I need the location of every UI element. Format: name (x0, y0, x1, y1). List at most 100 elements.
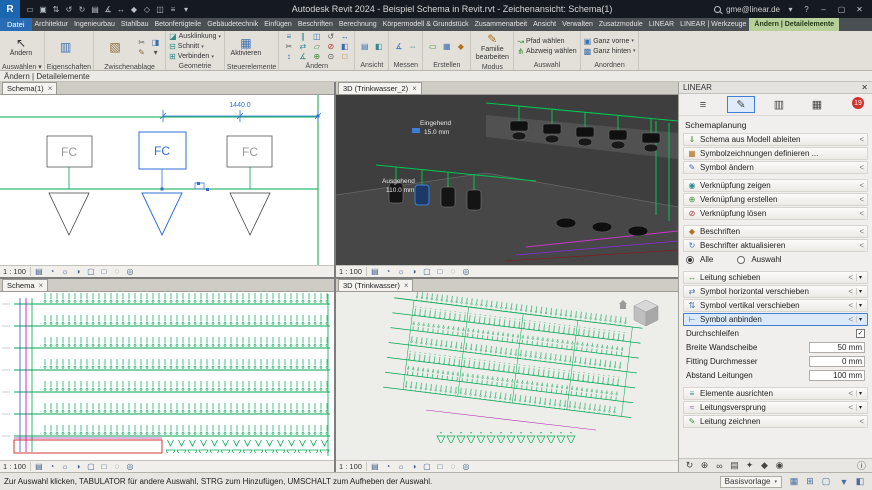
tag-button[interactable]: ◆Beschriften< (683, 225, 868, 238)
ribbon-tab-15[interactable]: LINEAR | Werkzeuge (677, 18, 749, 31)
move-pipe-button[interactable]: ↔Leitung schieben<▾ (683, 271, 868, 284)
detail-level-icon[interactable]: ▤ (34, 462, 44, 471)
loop-through-checkbox-box[interactable]: ✓ (856, 329, 865, 338)
measure-between-icon[interactable]: ⇔ (406, 42, 419, 51)
account-dropdown-icon[interactable]: ▾ (785, 5, 796, 14)
move-vertical-icon[interactable]: ↕ (282, 52, 295, 61)
thin-lines-icon[interactable]: ≡ (167, 3, 179, 15)
zoom-to-selection-icon[interactable]: ⊕ (699, 460, 710, 471)
sync-icon[interactable]: ⇅ (50, 3, 62, 15)
derive-schema-button[interactable]: ⇓Schema aus Modell ableiten< (683, 133, 868, 146)
select-toggle-icon[interactable]: ◧ (854, 476, 866, 487)
visual-style-icon[interactable]: ◔ (47, 267, 57, 276)
qat-customize-icon[interactable]: ▾ (180, 3, 192, 15)
cut-icon[interactable]: ✂ (135, 38, 148, 47)
shadows-icon[interactable]: ◑ (73, 462, 83, 471)
show-link-button[interactable]: ◉Verknüpfung zeigen< (683, 179, 868, 192)
scale-control[interactable]: 1 : 100 (3, 462, 31, 471)
activate-controls-button[interactable]: ▦Aktivieren (228, 32, 264, 62)
ribbon-tab-11[interactable]: Ansicht (530, 18, 559, 31)
layers-icon[interactable]: ▤ (729, 460, 740, 471)
sun-settings-icon[interactable]: ☼ (396, 267, 406, 276)
shadows-icon[interactable]: ◑ (73, 267, 83, 276)
reveal-hidden-icon[interactable]: ◎ (125, 267, 135, 276)
scale-tool-icon[interactable]: □ (338, 52, 351, 61)
ribbon-tab-3[interactable]: Stahlbau (118, 18, 152, 31)
temporary-hide-icon[interactable]: ◌ (112, 267, 122, 276)
shadows-icon[interactable]: ◑ (409, 462, 419, 471)
view-tab-schema-1[interactable]: Schema(1) × (2, 82, 57, 94)
sun-settings-icon[interactable]: ☼ (396, 462, 406, 471)
notification-badge[interactable]: 19 (852, 97, 864, 109)
aligned-dimension-icon[interactable]: ↔ (115, 3, 127, 15)
dropdown-arrow-icon[interactable]: ▾ (856, 404, 864, 411)
ribbon-tab-8[interactable]: Berechnung (336, 18, 380, 31)
menu-icon[interactable]: ≡ (689, 96, 717, 113)
rotate-icon[interactable]: ↺ (324, 32, 337, 41)
copy-to-clipboard-icon[interactable]: ◨ (149, 38, 162, 47)
crop-view-icon[interactable]: ▢ (86, 267, 96, 276)
design-options-icon[interactable]: ⊞ (804, 476, 816, 487)
measure-angle-icon[interactable]: ∡ (392, 42, 405, 51)
dropdown-arrow-icon[interactable]: ▾ (631, 38, 634, 44)
close-icon[interactable]: ✕ (861, 83, 868, 92)
visual-style-icon[interactable]: ◔ (47, 462, 57, 471)
3d-view-icon[interactable]: ◇ (141, 3, 153, 15)
edit-family-button[interactable]: ✎Familie bearbeiten (474, 32, 510, 62)
sun-settings-icon[interactable]: ☼ (60, 267, 70, 276)
align-elements-button[interactable]: ≡Elemente ausrichten<▾ (683, 387, 868, 400)
paste-button[interactable]: ▧ (97, 32, 133, 62)
palette-settings-icon[interactable]: ✦ (744, 460, 755, 471)
search-icon[interactable] (714, 6, 721, 13)
undo-icon[interactable]: ↺ (63, 3, 75, 15)
shadows-icon[interactable]: ◑ (409, 267, 419, 276)
dropdown-arrow-icon[interactable]: ▾ (856, 274, 864, 281)
trim-icon[interactable]: ✂ (282, 42, 295, 51)
edit-mode-tab[interactable]: ✎ (727, 96, 755, 113)
match-type-icon[interactable]: ✎ (135, 48, 148, 57)
detail-level-icon[interactable]: ▤ (34, 267, 44, 276)
visual-style-icon[interactable]: ◔ (383, 462, 393, 471)
table-view-tab[interactable]: ▦ (803, 96, 831, 113)
define-symbol-drawings-button[interactable]: ▦Symbolzeichnungen definieren ... (683, 147, 868, 160)
override-graphics-icon[interactable]: ◧ (372, 42, 385, 51)
ribbon-tab-9[interactable]: Körpermodell & Grundstück (380, 18, 472, 31)
design-options-select[interactable]: Basisvorlage ▾ (720, 476, 782, 488)
temporary-hide-icon[interactable]: ◌ (448, 462, 458, 471)
wall-plate-width-field-input[interactable]: 50 mm (809, 342, 865, 353)
select-branch-button[interactable]: ⋔Abzweig wählen (517, 47, 576, 56)
dropdown-arrow-icon[interactable]: ▾ (201, 44, 204, 50)
copy-icon[interactable]: ◧ (338, 42, 351, 51)
info-icon[interactable]: ⓘ (856, 459, 867, 472)
dropdown-arrow-icon[interactable]: ▾ (211, 54, 214, 60)
filter-icon[interactable]: ▼ (838, 477, 850, 487)
radio-unselected[interactable] (737, 256, 745, 264)
properties-button[interactable]: ▥ (48, 32, 84, 62)
close-icon[interactable]: × (39, 281, 44, 290)
fitting-diameter-field-input[interactable]: 0 mm (809, 356, 865, 367)
temporary-hide-icon[interactable]: ◌ (448, 267, 458, 276)
file-tab[interactable]: Datei (0, 18, 32, 31)
send-to-back-button[interactable]: ▩Ganz hinten▾ (584, 47, 636, 56)
remove-link-button[interactable]: ⊘Verknüpfung lösen< (683, 207, 868, 220)
drawing-area-schema[interactable] (0, 292, 334, 460)
view-tab-3d-trinkwasser[interactable]: 3D (Trinkwasser) × (338, 279, 413, 291)
close-icon[interactable]: × (412, 84, 417, 93)
bring-to-front-button[interactable]: ▣Ganz vorne▾ (584, 37, 636, 46)
move-symbol-horizontal-button[interactable]: ⇄Symbol horizontal verschieben<▾ (683, 285, 868, 298)
help-icon[interactable]: ? (801, 5, 812, 14)
highlight-icon[interactable]: ◉ (774, 460, 785, 471)
ribbon-tab-12[interactable]: Verwalten (559, 18, 596, 31)
dropdown-arrow-icon[interactable]: ▾ (633, 48, 636, 54)
close-icon[interactable]: × (404, 281, 409, 290)
detail-level-icon[interactable]: ▤ (370, 267, 380, 276)
detail-level-icon[interactable]: ▤ (370, 462, 380, 471)
ribbon-tab-2[interactable]: Ingenieurbau (71, 18, 118, 31)
update-tags-button[interactable]: ↻Beschrifter aktualisieren< (683, 239, 868, 252)
drawing-area-3d-trinkwasser-2[interactable]: Eingehend 15.0 mm Ausgehend 110.0 mm (336, 95, 678, 265)
temporary-hide-icon[interactable]: ◌ (112, 462, 122, 471)
view-tab-3d-trinkwasser-2[interactable]: 3D (Trinkwasser_2) × (338, 82, 422, 94)
create-assembly-icon[interactable]: ◆ (454, 42, 467, 51)
crop-view-icon[interactable]: ▢ (422, 267, 432, 276)
sun-settings-icon[interactable]: ☼ (60, 462, 70, 471)
